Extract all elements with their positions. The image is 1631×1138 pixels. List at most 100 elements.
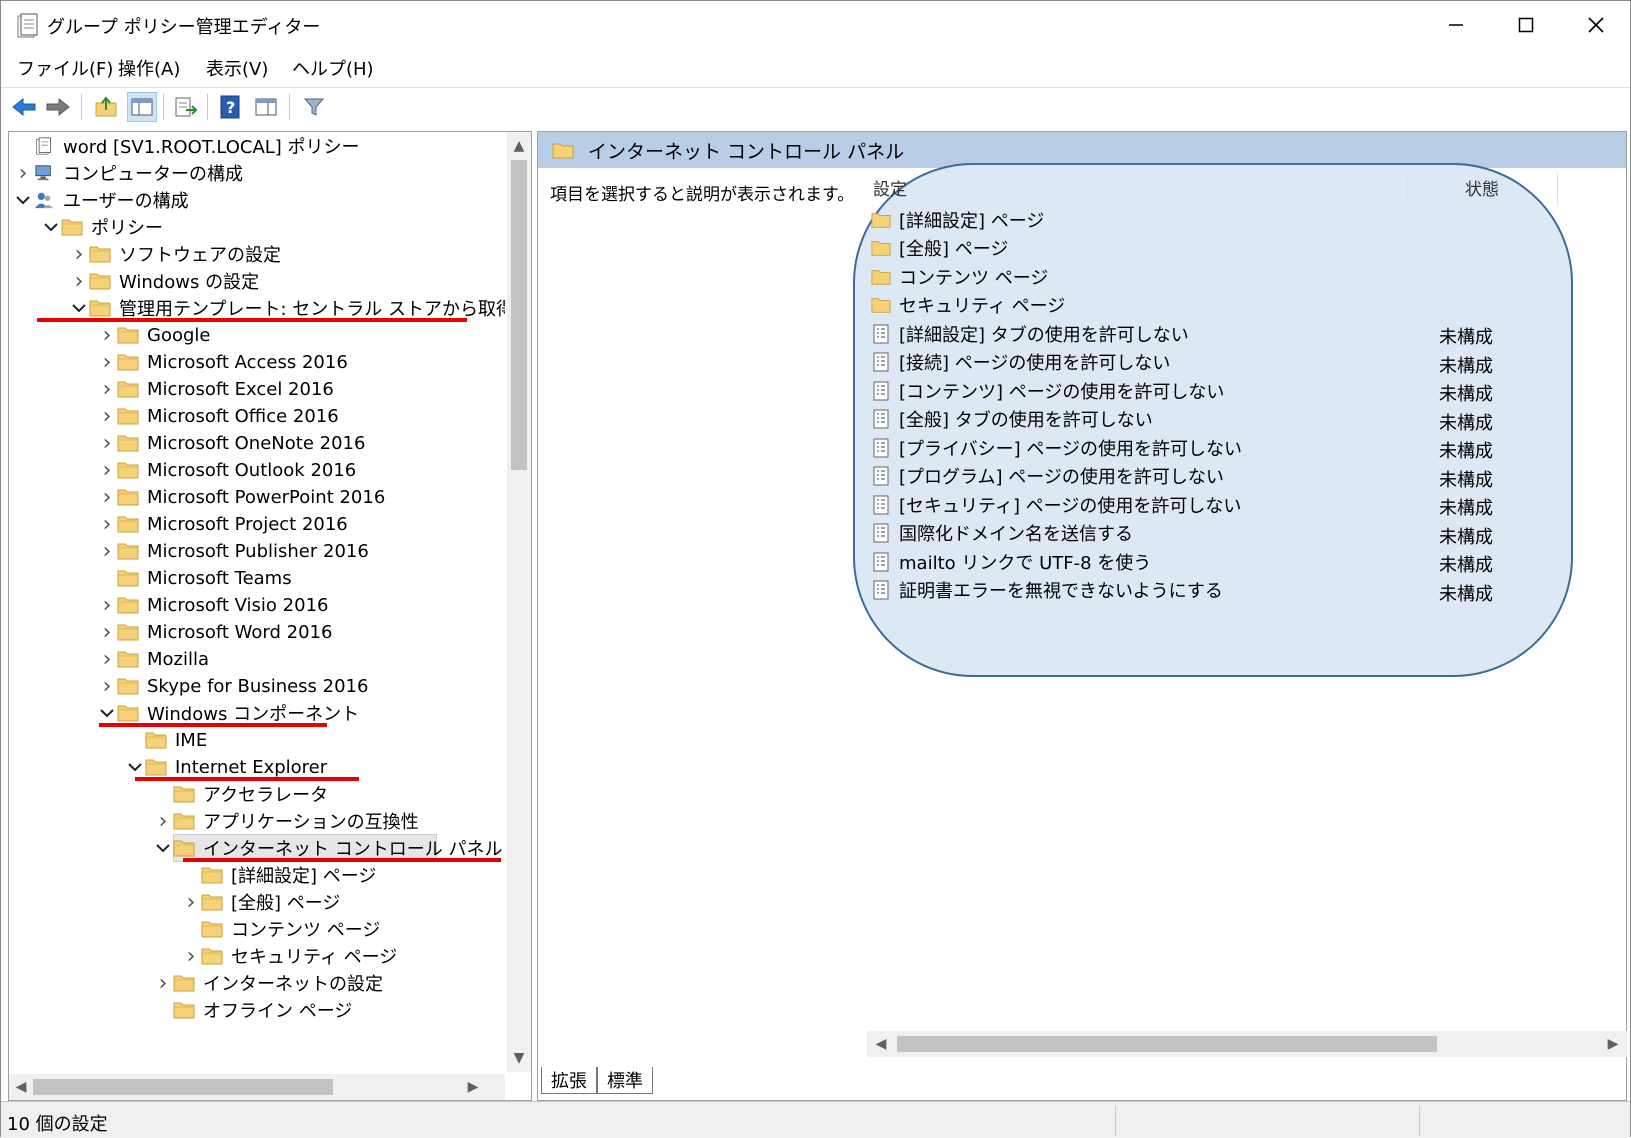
forward-button[interactable] [43, 92, 73, 122]
export-list-button[interactable] [171, 92, 201, 122]
policy-setting-row[interactable]: mailto リンクで UTF-8 を使う 未構成 [869, 547, 1629, 576]
chevron-right-icon[interactable]: › [97, 591, 117, 619]
chevron-right-icon[interactable]: › [97, 348, 117, 376]
chevron-right-icon[interactable]: › [153, 807, 173, 835]
scroll-left-icon[interactable]: ◀ [869, 1032, 893, 1056]
menu-view[interactable]: 表示(V) [206, 55, 268, 81]
chevron-right-icon[interactable]: › [97, 618, 117, 646]
show-tree-button[interactable] [127, 92, 157, 122]
tree-node-publisher[interactable]: › Microsoft Publisher 2016 [97, 537, 369, 565]
chevron-right-icon[interactable]: › [97, 402, 117, 430]
maximize-button[interactable] [1491, 1, 1561, 49]
tree-node-root[interactable]: word [SV1.ROOT.LOCAL] ポリシー [13, 132, 360, 160]
tree-node-outlook[interactable]: › Microsoft Outlook 2016 [97, 456, 357, 484]
tree-node-visio[interactable]: › Microsoft Visio 2016 [97, 591, 329, 619]
tree-node-mozilla[interactable]: › Mozilla [97, 645, 209, 673]
menu-action[interactable]: 操作(A) [118, 55, 180, 81]
tree-node-offline-page[interactable]: オフライン ページ [153, 996, 352, 1024]
tree-node-general-page[interactable]: › [全般] ページ [181, 888, 341, 916]
tree-node-excel[interactable]: › Microsoft Excel 2016 [97, 375, 334, 403]
scrollbar-thumb[interactable] [897, 1036, 1437, 1052]
filter-button[interactable] [299, 92, 329, 122]
chevron-right-icon[interactable]: › [97, 537, 117, 565]
scroll-down-icon[interactable]: ▼ [507, 1046, 531, 1070]
tree-node-software-settings[interactable]: › ソフトウェアの設定 [69, 240, 281, 268]
tree-vertical-scrollbar[interactable]: ▲ ▼ [507, 132, 531, 1072]
tree-node-user-config[interactable]: ユーザーの構成 [13, 186, 189, 214]
tab-extended[interactable]: 拡張 [541, 1067, 597, 1094]
tree-node-computer-config[interactable]: › コンピューターの構成 [13, 159, 243, 187]
help-button[interactable]: ? [215, 92, 245, 122]
tree-node-word[interactable]: › Microsoft Word 2016 [97, 618, 333, 646]
chevron-right-icon[interactable]: › [181, 888, 201, 916]
scroll-right-icon[interactable]: ▶ [1601, 1032, 1625, 1056]
tree-node-skype[interactable]: › Skype for Business 2016 [97, 672, 369, 700]
column-header-state[interactable]: 状態 [1465, 175, 1499, 200]
tree-node-advanced-page[interactable]: [詳細設定] ページ [181, 861, 376, 889]
tree-node-policies[interactable]: ポリシー [41, 213, 163, 241]
scroll-right-icon[interactable]: ▶ [461, 1075, 485, 1099]
chevron-down-icon[interactable] [153, 834, 173, 862]
tab-standard[interactable]: 標準 [597, 1067, 653, 1094]
chevron-down-icon[interactable] [41, 213, 61, 241]
policy-setting-row[interactable]: [詳細設定] タブの使用を許可しない 未構成 [869, 319, 1629, 348]
chevron-right-icon[interactable]: › [69, 267, 89, 295]
chevron-right-icon[interactable]: › [97, 483, 117, 511]
scrollbar-thumb[interactable] [33, 1079, 333, 1095]
settings-folder-row[interactable]: コンテンツ ページ [869, 262, 1629, 291]
menu-file[interactable]: ファイル(F) [17, 55, 113, 81]
column-separator[interactable] [1407, 173, 1408, 205]
chevron-right-icon[interactable]: › [97, 375, 117, 403]
chevron-down-icon[interactable] [13, 186, 33, 214]
back-button[interactable] [9, 92, 39, 122]
chevron-right-icon[interactable]: › [97, 510, 117, 538]
chevron-right-icon[interactable]: › [97, 672, 117, 700]
tree-node-security-page[interactable]: › セキュリティ ページ [181, 942, 398, 970]
up-folder-button[interactable] [91, 92, 121, 122]
policy-setting-row[interactable]: [プログラム] ページの使用を許可しない 未構成 [869, 462, 1629, 491]
policy-setting-row[interactable]: [プライバシー] ページの使用を許可しない 未構成 [869, 433, 1629, 462]
tree-node-access[interactable]: › Microsoft Access 2016 [97, 348, 348, 376]
tree-node-powerpoint[interactable]: › Microsoft PowerPoint 2016 [97, 483, 386, 511]
close-button[interactable] [1561, 1, 1631, 49]
policy-setting-row[interactable]: 国際化ドメイン名を送信する 未構成 [869, 519, 1629, 548]
scroll-up-icon[interactable]: ▲ [507, 134, 531, 158]
settings-folder-row[interactable]: [詳細設定] ページ [869, 205, 1629, 234]
chevron-right-icon[interactable]: › [181, 942, 201, 970]
tree-node-office[interactable]: › Microsoft Office 2016 [97, 402, 339, 430]
tree-node-accelerator[interactable]: アクセラレータ [153, 780, 328, 808]
tree-node-teams[interactable]: Microsoft Teams [97, 564, 292, 592]
scrollbar-thumb[interactable] [511, 160, 527, 470]
chevron-right-icon[interactable]: › [153, 969, 173, 997]
column-separator[interactable] [1557, 173, 1558, 205]
policy-tree[interactable]: word [SV1.ROOT.LOCAL] ポリシー › コンピューターの構成 ユーザ… [9, 132, 505, 1072]
chevron-right-icon[interactable]: › [69, 240, 89, 268]
menu-help[interactable]: ヘルプ(H) [292, 55, 374, 81]
policy-setting-row[interactable]: [接続] ページの使用を許可しない 未構成 [869, 348, 1629, 377]
details-horizontal-scrollbar[interactable]: ◀ ▶ [867, 1031, 1627, 1057]
settings-folder-row[interactable]: [全般] ページ [869, 234, 1629, 263]
column-header-setting[interactable]: 設定 [873, 175, 907, 200]
properties-button[interactable] [251, 92, 281, 122]
tree-node-internet-settings[interactable]: › インターネットの設定 [153, 969, 383, 997]
policy-setting-row[interactable]: [セキュリティ] ページの使用を許可しない 未構成 [869, 490, 1629, 519]
chevron-right-icon[interactable]: › [13, 159, 33, 187]
policy-setting-row[interactable]: [全般] タブの使用を許可しない 未構成 [869, 405, 1629, 434]
minimize-button[interactable] [1421, 1, 1491, 49]
tree-node-google[interactable]: › Google [97, 321, 211, 349]
chevron-right-icon[interactable]: › [97, 321, 117, 349]
tree-node-windows-settings[interactable]: › Windows の設定 [69, 267, 259, 295]
policy-setting-row[interactable]: 証明書エラーを無視できないようにする 未構成 [869, 576, 1629, 605]
chevron-right-icon[interactable]: › [97, 645, 117, 673]
tree-node-ime[interactable]: IME [125, 726, 207, 754]
chevron-right-icon[interactable]: › [97, 429, 117, 457]
settings-folder-row[interactable]: セキュリティ ページ [869, 291, 1629, 320]
tree-node-onenote[interactable]: › Microsoft OneNote 2016 [97, 429, 366, 457]
chevron-right-icon[interactable]: › [97, 456, 117, 484]
scroll-left-icon[interactable]: ◀ [9, 1075, 33, 1099]
policy-setting-row[interactable]: [コンテンツ] ページの使用を許可しない 未構成 [869, 376, 1629, 405]
tree-node-project[interactable]: › Microsoft Project 2016 [97, 510, 348, 538]
tree-node-app-compat[interactable]: › アプリケーションの互換性 [153, 807, 419, 835]
tree-horizontal-scrollbar[interactable]: ◀ ▶ [9, 1074, 505, 1100]
tree-node-content-page[interactable]: コンテンツ ページ [181, 915, 380, 943]
